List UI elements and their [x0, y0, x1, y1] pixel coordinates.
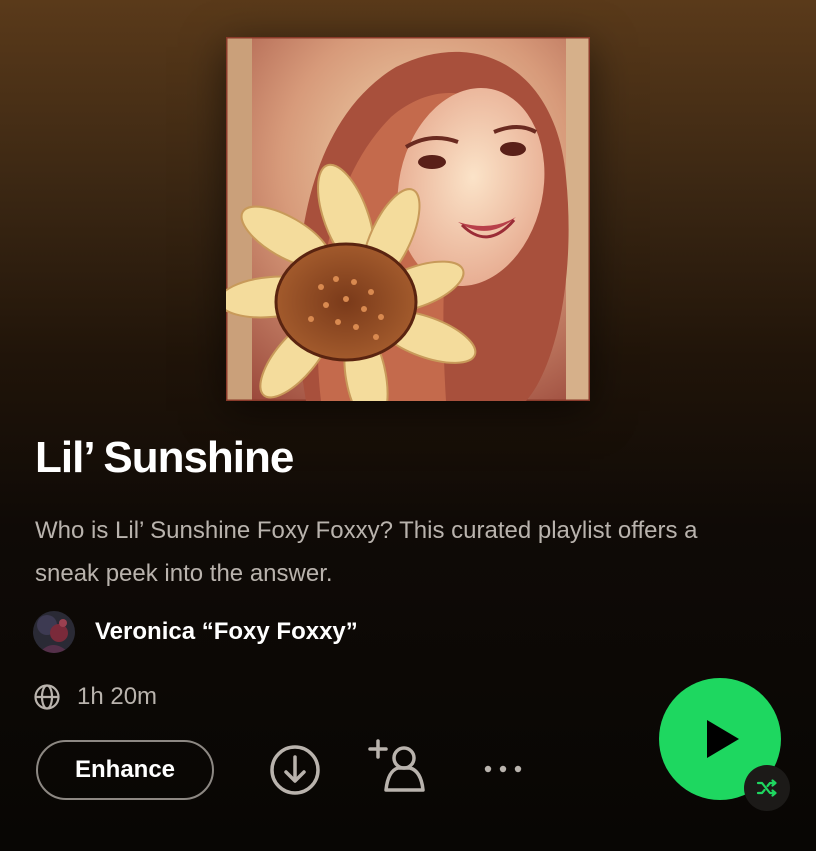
- avatar[interactable]: [33, 611, 75, 653]
- shuffle-button[interactable]: [744, 765, 790, 811]
- play-icon: [707, 720, 739, 758]
- add-user-icon: [368, 739, 425, 792]
- download-button[interactable]: [268, 743, 322, 797]
- playlist-meta: 1h 20m: [33, 680, 157, 714]
- globe-icon: [34, 684, 60, 710]
- playlist-description: Who is Lil’ Sunshine Foxy Foxxy? This cu…: [35, 517, 698, 587]
- more-icon: [484, 765, 522, 773]
- add-collaborator-button[interactable]: [368, 738, 428, 796]
- enhance-button[interactable]: Enhance: [36, 740, 214, 800]
- avatar-image: [33, 611, 75, 653]
- playlist-title: Lil’ Sunshine: [35, 433, 294, 482]
- download-icon: [270, 745, 320, 795]
- playlist-cover: [226, 37, 590, 401]
- playlist-duration: 1h 20m: [77, 683, 158, 710]
- more-options-button[interactable]: [478, 752, 528, 786]
- shuffle-icon: [756, 779, 777, 797]
- playlist-cover-image: [226, 37, 590, 401]
- owner-name[interactable]: Veronica “Foxy Foxxy”: [95, 618, 358, 646]
- playlist-owner[interactable]: Veronica “Foxy Foxxy”: [33, 611, 358, 653]
